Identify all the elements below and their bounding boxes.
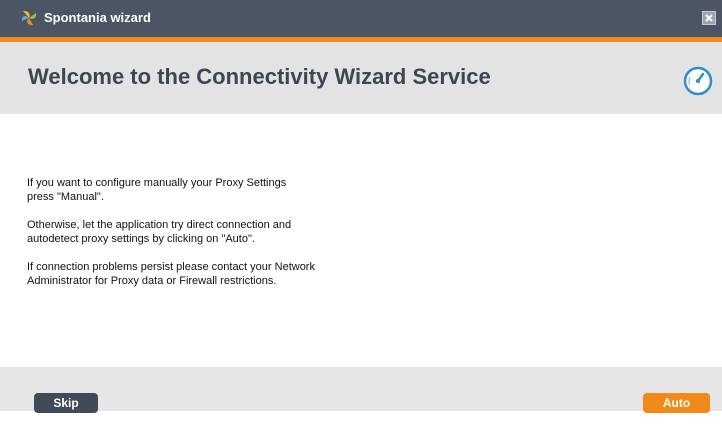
auto-button[interactable]: Auto (643, 393, 710, 413)
paragraph-line: If connection problems persist please co… (27, 261, 315, 273)
close-button[interactable] (702, 11, 716, 25)
close-icon (705, 14, 713, 22)
auto-paragraph: Otherwise, let the application try direc… (27, 218, 407, 246)
window-title: Spontania wizard (44, 10, 151, 25)
spontania-logo-icon (20, 9, 38, 27)
paragraph-line: press "Manual". (27, 191, 104, 203)
page-title: Welcome to the Connectivity Wizard Servi… (28, 64, 491, 89)
gauge-icon (682, 65, 714, 97)
paragraph-line: If you want to configure manually your P… (27, 177, 287, 189)
footer: Skip Auto (0, 367, 722, 413)
paragraph-line: Administrator for Proxy data or Firewall… (27, 275, 277, 287)
title-bar: Spontania wizard (0, 0, 722, 37)
support-paragraph: If connection problems persist please co… (27, 260, 407, 288)
header: Welcome to the Connectivity Wizard Servi… (0, 42, 722, 114)
manual-paragraph: If you want to configure manually your P… (27, 176, 407, 204)
paragraph-line: autodetect proxy settings by clicking on… (27, 233, 255, 245)
wizard-description: If you want to configure manually your P… (27, 176, 407, 302)
skip-button[interactable]: Skip (34, 393, 98, 413)
paragraph-line: Otherwise, let the application try direc… (27, 219, 292, 231)
